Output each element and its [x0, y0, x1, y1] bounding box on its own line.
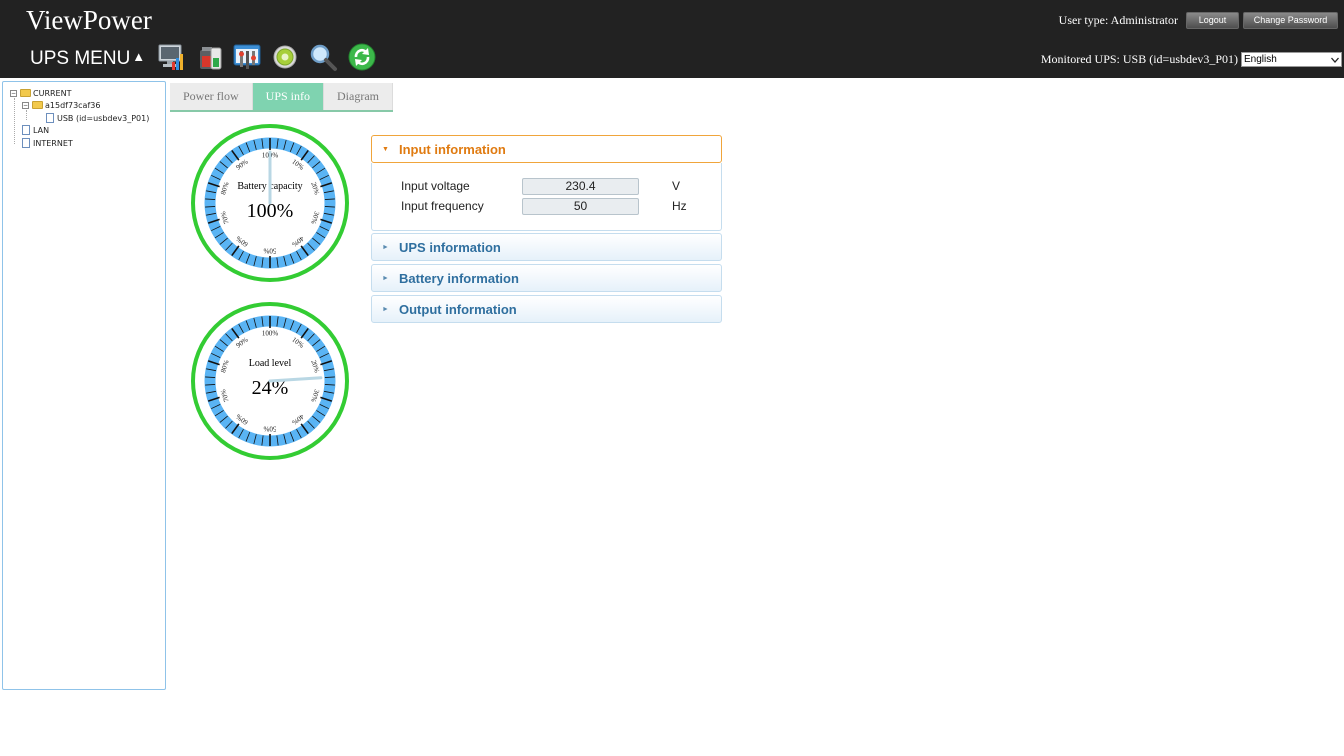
- app-title: ViewPower: [26, 5, 152, 35]
- input-frequency-value: 50: [522, 197, 639, 215]
- tree-item-current[interactable]: − CURRENT: [10, 87, 71, 99]
- folder-icon: [20, 89, 31, 97]
- input-voltage-row: Input voltage 230.4 V: [401, 177, 711, 195]
- battery-tools-icon[interactable]: [196, 42, 226, 72]
- settings-gear-icon[interactable]: [270, 42, 300, 72]
- language-selected-value: English: [1244, 54, 1277, 65]
- field-label: Input frequency: [401, 199, 484, 213]
- collapse-icon[interactable]: −: [10, 89, 17, 97]
- device-tree-panel: − CURRENT − a15df73caf36 USB (id=usbdev3…: [2, 81, 166, 690]
- user-type-label: User type: Administrator: [1058, 13, 1178, 27]
- info-accordion: ▼ Input information Input voltage 230.4 …: [371, 135, 722, 326]
- folder-icon: [32, 101, 43, 109]
- section-title: UPS information: [399, 240, 501, 255]
- refresh-icon[interactable]: [347, 42, 377, 72]
- output-information-header[interactable]: ► Output information: [371, 295, 722, 323]
- logout-button[interactable]: Logout: [1186, 12, 1239, 29]
- monitor-chart-icon[interactable]: [157, 42, 187, 72]
- change-password-button[interactable]: Change Password: [1243, 12, 1338, 29]
- tree-item-label: USB (id=usbdev3_P01): [57, 113, 150, 123]
- gauge-tick-label: 50%: [263, 424, 276, 432]
- field-label: Input voltage: [401, 179, 470, 193]
- collapsed-arrow-icon: ►: [382, 244, 389, 251]
- tree-item-internet[interactable]: INTERNET: [22, 137, 73, 149]
- section-title: Battery information: [399, 271, 519, 286]
- load-level-gauge: 100%10%20%30%40%50%60%70%80%90% Load lev…: [191, 302, 349, 460]
- battery-capacity-gauge: 100%10%20%30%40%50%60%70%80%90% Battery …: [191, 124, 349, 282]
- field-unit: V: [672, 179, 681, 193]
- header-bar: ViewPower User type: Administrator Logou…: [0, 0, 1344, 78]
- tree-item-label: INTERNET: [33, 138, 73, 148]
- battery-information-header[interactable]: ► Battery information: [371, 264, 722, 292]
- ups-menu-toggle[interactable]: UPS MENU ▲: [30, 48, 145, 70]
- monitored-area: Monitored UPS: USB (id=usbdev3_P01) Engl…: [1041, 52, 1342, 67]
- tree-item-node[interactable]: − a15df73caf36: [22, 99, 100, 111]
- tree-item-usb-device[interactable]: USB (id=usbdev3_P01): [46, 112, 149, 124]
- document-icon: [22, 138, 30, 148]
- input-information-header[interactable]: ▼ Input information: [371, 135, 722, 163]
- ups-information-header[interactable]: ► UPS information: [371, 233, 722, 261]
- configuration-icon[interactable]: [232, 42, 262, 72]
- language-select[interactable]: English: [1241, 52, 1342, 67]
- tab-ups-info[interactable]: UPS info: [252, 83, 325, 110]
- tree-item-lan[interactable]: LAN: [22, 124, 49, 136]
- tab-diagram[interactable]: Diagram: [324, 83, 393, 110]
- field-unit: Hz: [672, 199, 687, 213]
- tree-connector: [26, 110, 27, 120]
- gauge-tick-label: 100%: [262, 330, 279, 338]
- collapse-icon[interactable]: −: [22, 101, 29, 109]
- tab-power-flow[interactable]: Power flow: [170, 83, 253, 110]
- input-voltage-value: 230.4: [522, 177, 639, 195]
- tree-item-label: a15df73caf36: [45, 100, 101, 110]
- tree-item-label: LAN: [33, 125, 50, 135]
- menu-arrow-icon: ▲: [132, 49, 146, 64]
- chevron-down-icon: [1331, 57, 1339, 63]
- document-icon: [22, 125, 30, 135]
- collapsed-arrow-icon: ►: [382, 275, 389, 282]
- tree-connector: [14, 98, 15, 144]
- gauge-tick-label: 50%: [263, 246, 276, 254]
- section-title: Input information: [399, 142, 506, 157]
- ups-menu-label: UPS MENU: [30, 48, 131, 69]
- section-title: Output information: [399, 302, 517, 317]
- document-icon: [46, 113, 54, 123]
- user-area: User type: Administrator Logout Change P…: [1059, 12, 1338, 29]
- gauge-label: Load level: [249, 358, 292, 369]
- collapsed-arrow-icon: ►: [382, 306, 389, 313]
- expanded-arrow-icon: ▼: [382, 146, 389, 153]
- tree-item-label: CURRENT: [33, 88, 72, 98]
- tab-bar: Power flow UPS info Diagram: [170, 83, 393, 112]
- input-frequency-row: Input frequency 50 Hz: [401, 197, 711, 215]
- search-icon[interactable]: [308, 42, 338, 72]
- monitored-ups-label: Monitored UPS: USB (id=usbdev3_P01): [1040, 52, 1238, 66]
- input-information-panel: Input voltage 230.4 V Input frequency 50…: [371, 163, 722, 231]
